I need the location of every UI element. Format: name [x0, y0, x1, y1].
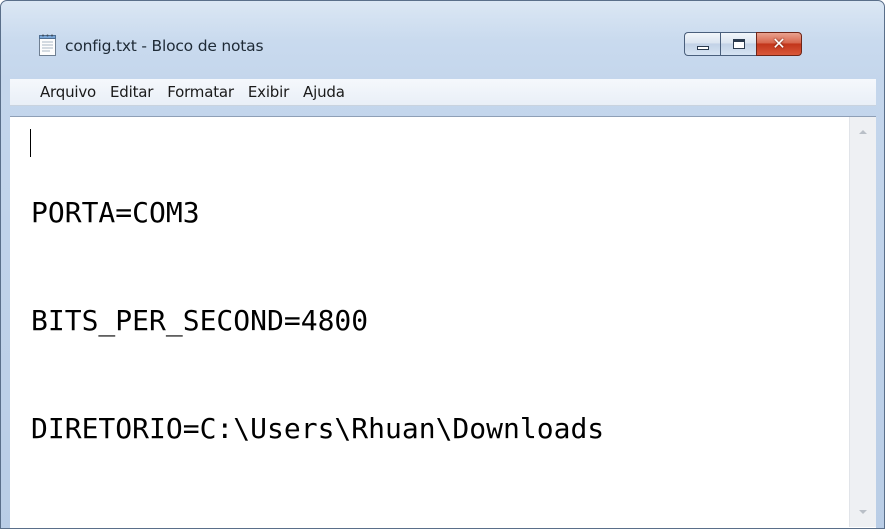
arrow-up-icon	[859, 130, 867, 134]
text-editor[interactable]: PORTA=COM3 BITS_PER_SECOND=4800 DIRETORI…	[10, 116, 876, 528]
window-title: config.txt - Bloco de notas	[65, 37, 264, 55]
minimize-button[interactable]	[684, 32, 720, 56]
title-bar[interactable]: config.txt - Bloco de notas ✕	[1, 1, 884, 56]
notepad-icon[interactable]	[39, 34, 56, 56]
notepad-window: config.txt - Bloco de notas ✕ Arquivo Ed…	[0, 0, 885, 529]
editor-line: BITS_PER_SECOND=4800	[31, 304, 369, 337]
editor-line: PORTA=COM3	[31, 196, 200, 229]
menu-arquivo[interactable]: Arquivo	[34, 83, 103, 101]
scroll-down-button[interactable]	[850, 499, 876, 525]
vertical-scrollbar[interactable]	[849, 117, 876, 527]
editor-content[interactable]: PORTA=COM3 BITS_PER_SECOND=4800 DIRETORI…	[31, 123, 851, 519]
scroll-up-button[interactable]	[850, 119, 876, 145]
menu-exibir[interactable]: Exibir	[241, 83, 296, 101]
caption-buttons: ✕	[684, 32, 802, 56]
editor-line: DIRETORIO=C:\Users\Rhuan\Downloads	[31, 412, 605, 445]
menu-bar: Arquivo Editar Formatar Exibir Ajuda	[10, 79, 876, 106]
menu-editar[interactable]: Editar	[103, 83, 160, 101]
maximize-button[interactable]	[720, 32, 756, 56]
arrow-down-icon	[859, 510, 867, 514]
maximize-icon	[732, 39, 745, 49]
close-button[interactable]: ✕	[756, 32, 802, 56]
minimize-icon	[696, 45, 709, 50]
menu-formatar[interactable]: Formatar	[160, 83, 241, 101]
close-icon: ✕	[772, 34, 786, 53]
menu-ajuda[interactable]: Ajuda	[296, 83, 352, 101]
